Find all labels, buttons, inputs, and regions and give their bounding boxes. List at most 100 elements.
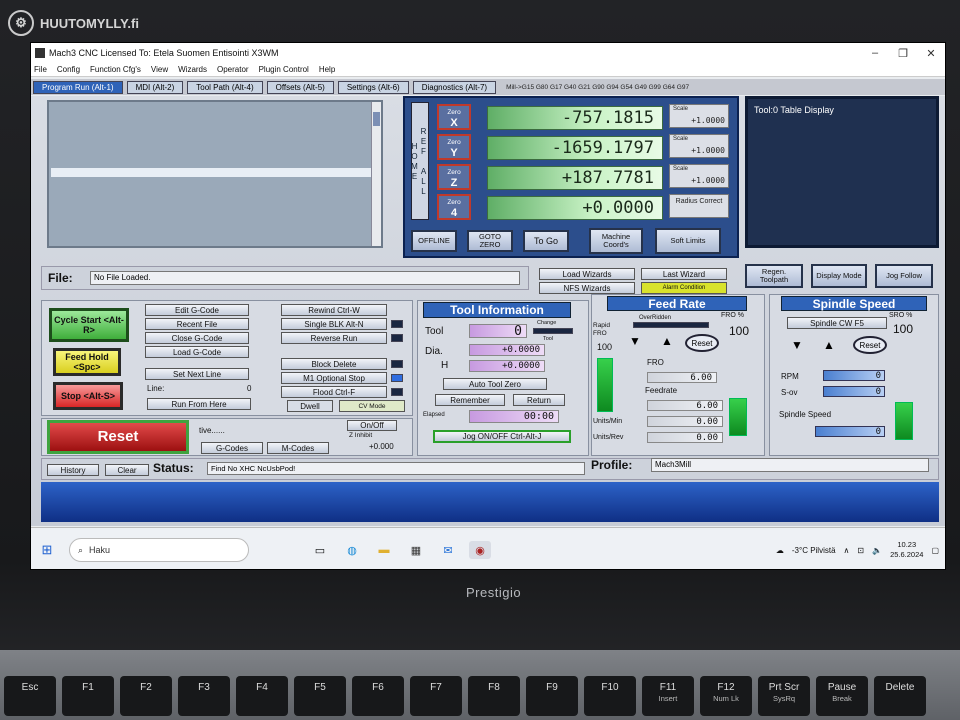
zero-x-button[interactable]: Zero X (437, 104, 471, 130)
regen-toolpath-button[interactable]: Regen. Toolpath (745, 264, 803, 288)
radius-correct-button[interactable]: Radius Correct (669, 194, 729, 218)
spindle-down-arrow-icon[interactable]: ▼ (791, 338, 803, 352)
feed-hold-button[interactable]: Feed Hold <Spc> (53, 348, 121, 376)
set-next-line-button[interactable]: Set Next Line (145, 368, 249, 380)
goto-zero-button[interactable]: GOTO ZERO (467, 230, 513, 252)
to-go-button[interactable]: To Go (523, 230, 569, 252)
key-f5[interactable]: F5 (294, 676, 346, 716)
tab-program-run[interactable]: Program Run (Alt-1) (33, 80, 123, 94)
m1-optional-stop-button[interactable]: M1 Optional Stop (281, 372, 387, 384)
zero-y-button[interactable]: Zero Y (437, 134, 471, 160)
remember-button[interactable]: Remember (435, 394, 505, 406)
zero-z-button[interactable]: Zero Z (437, 164, 471, 190)
key-f8[interactable]: F8 (468, 676, 520, 716)
scale-x[interactable]: Scale +1.0000 (669, 104, 729, 128)
file-explorer-icon[interactable]: ▬ (373, 541, 395, 559)
key-f3[interactable]: F3 (178, 676, 230, 716)
zero-4-button[interactable]: Zero 4 (437, 194, 471, 220)
key-f9[interactable]: F9 (526, 676, 578, 716)
menu-help[interactable]: Help (319, 65, 335, 74)
key-f12[interactable]: F12 Num Lk (700, 676, 752, 716)
dro-4[interactable]: +0.0000 (487, 196, 663, 220)
flood-button[interactable]: Flood Ctrl-F (281, 386, 387, 398)
maximize-icon[interactable]: ❐ (889, 47, 917, 60)
gcode-viewer[interactable] (47, 100, 383, 248)
mcodes-button[interactable]: M-Codes (267, 442, 329, 454)
menu-function-cfgs[interactable]: Function Cfg's (90, 65, 141, 74)
key-f2[interactable]: F2 (120, 676, 172, 716)
sro-bar[interactable] (895, 402, 913, 440)
menu-plugin-control[interactable]: Plugin Control (259, 65, 309, 74)
scale-z[interactable]: Scale +1.0000 (669, 164, 729, 188)
recent-file-button[interactable]: Recent File (145, 318, 249, 330)
key-f10[interactable]: F10 (584, 676, 636, 716)
key-delete[interactable]: Delete (874, 676, 926, 716)
offline-button[interactable]: OFFLINE (411, 230, 457, 252)
dro-z[interactable]: +187.7781 (487, 166, 663, 190)
nfs-wizards-button[interactable]: NFS Wizards (539, 282, 635, 294)
close-icon[interactable]: ✕ (917, 47, 945, 60)
load-gcode-button[interactable]: Load G-Code (145, 346, 249, 358)
load-wizards-button[interactable]: Load Wizards (539, 268, 635, 280)
tray-expand-icon[interactable]: ∧ (844, 546, 850, 555)
tab-tool-path[interactable]: Tool Path (Alt-4) (187, 80, 263, 94)
mail-icon[interactable]: ✉ (437, 541, 459, 559)
weather-text[interactable]: -3°C Pilvistä (792, 546, 836, 555)
return-button[interactable]: Return (513, 394, 565, 406)
run-from-here-button[interactable]: Run From Here (147, 398, 251, 410)
tool-diameter[interactable]: +0.0000 (469, 344, 545, 356)
close-gcode-button[interactable]: Close G-Code (145, 332, 249, 344)
onoff-button[interactable]: On/Off (347, 420, 397, 431)
rapid-fro-bar[interactable] (597, 358, 613, 412)
mach3-taskbar-icon[interactable]: ◉ (469, 541, 491, 559)
jog-onoff-button[interactable]: Jog ON/OFF Ctrl-Alt-J (433, 430, 571, 443)
menu-operator[interactable]: Operator (217, 65, 249, 74)
reverse-run-button[interactable]: Reverse Run (281, 332, 387, 344)
last-wizard-button[interactable]: Last Wizard (641, 268, 727, 280)
tool-height[interactable]: +0.0000 (469, 360, 545, 372)
store-icon[interactable]: ▦ (405, 541, 427, 559)
key-f7[interactable]: F7 (410, 676, 462, 716)
history-button[interactable]: History (47, 464, 99, 476)
machine-coords-button[interactable]: Machine Coord's (589, 228, 643, 254)
key-f4[interactable]: F4 (236, 676, 288, 716)
gcode-scrollbar[interactable] (371, 102, 381, 246)
block-delete-button[interactable]: Block Delete (281, 358, 387, 370)
dro-y[interactable]: -1659.1797 (487, 136, 663, 160)
scale-y[interactable]: Scale +1.0000 (669, 134, 729, 158)
key-f1[interactable]: F1 (62, 676, 114, 716)
notification-icon[interactable]: ▢ (931, 546, 939, 555)
taskbar-search[interactable]: ⌕ Haku (69, 538, 249, 562)
edge-browser-icon[interactable]: ◍ (341, 541, 363, 559)
single-block-button[interactable]: Single BLK Alt-N (281, 318, 387, 330)
rewind-button[interactable]: Rewind Ctrl-W (281, 304, 387, 316)
key-f6[interactable]: F6 (352, 676, 404, 716)
clock[interactable]: 10.23 25.6.2024 (890, 540, 923, 560)
stop-button[interactable]: Stop <Alt-S> (53, 382, 123, 410)
feed-down-arrow-icon[interactable]: ▼ (629, 334, 641, 348)
menu-view[interactable]: View (151, 65, 168, 74)
windows-start-icon[interactable]: ⊞ (36, 541, 58, 559)
tab-settings[interactable]: Settings (Alt-6) (337, 80, 409, 94)
scrollbar-thumb[interactable] (373, 112, 380, 126)
key-prtscr[interactable]: Prt Scr SysRq (758, 676, 810, 716)
tab-diagnostics[interactable]: Diagnostics (Alt-7) (412, 80, 497, 94)
menu-file[interactable]: File (34, 65, 47, 74)
ref-all-home-button[interactable]: REF ALL HOME (410, 102, 429, 220)
fro-value[interactable]: 6.00 (647, 372, 717, 383)
minimize-icon[interactable]: – (861, 47, 889, 59)
fro-bar[interactable] (729, 398, 747, 436)
spindle-reset-button[interactable]: Reset (853, 336, 887, 354)
jog-follow-button[interactable]: Jog Follow (875, 264, 933, 288)
weather-icon[interactable]: ☁ (776, 546, 784, 555)
gcodes-button[interactable]: G-Codes (201, 442, 263, 454)
clear-button[interactable]: Clear (105, 464, 149, 476)
task-view-icon[interactable]: ▭ (309, 541, 331, 559)
spindle-cw-button[interactable]: Spindle CW F5 (787, 317, 887, 329)
volume-icon[interactable]: 🔈 (872, 546, 882, 555)
tab-offsets[interactable]: Offsets (Alt-5) (266, 80, 334, 94)
key-f11[interactable]: F11 Insert (642, 676, 694, 716)
feedrate-value[interactable]: 6.00 (647, 400, 723, 411)
key-esc[interactable]: Esc (4, 676, 56, 716)
tool-number[interactable]: 0 (469, 324, 527, 338)
